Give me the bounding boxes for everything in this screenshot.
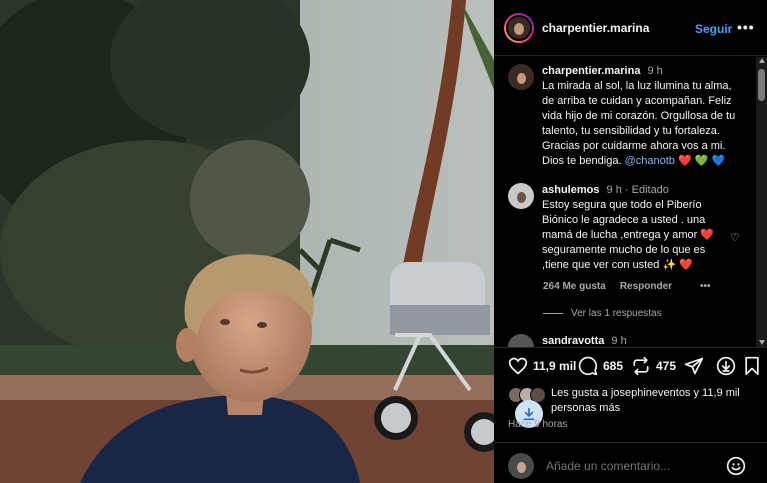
post-photo[interactable] [0, 0, 494, 483]
share-button[interactable] [684, 356, 709, 376]
repost-button[interactable]: 475 [631, 356, 676, 376]
comment-text: Estoy segura que todo el Piberío Biónico… [542, 199, 715, 271]
share-icon [684, 357, 704, 375]
comment: ashulemos 9 h · Editado Estoy segura que… [508, 183, 722, 273]
emoji-icon[interactable] [726, 456, 746, 476]
caption-mention[interactable]: @chanotb [625, 155, 675, 167]
comment-time: 9 h [606, 184, 622, 196]
likes-text[interactable]: Les gusta a josephineventos y 11,9 mil p… [551, 386, 751, 416]
comments-list[interactable]: charpentier.marina 9 h La mirada al sol,… [494, 57, 756, 347]
caption-time: 9 h [647, 65, 663, 77]
comment-username[interactable]: ashulemos [542, 184, 599, 196]
download-button[interactable] [716, 356, 741, 376]
caption: charpentier.marina 9 h La mirada al sol,… [508, 64, 742, 169]
scroll-down-icon[interactable] [759, 340, 765, 345]
divider [494, 442, 767, 443]
view-replies-label: Ver las 1 respuestas [571, 308, 662, 319]
comment-input[interactable] [544, 458, 718, 474]
download-icon [716, 356, 736, 376]
like-button[interactable]: 11,9 mil [508, 356, 576, 376]
comment-actions: 264 Me gusta Responder ••• [543, 281, 711, 292]
save-button[interactable] [743, 356, 766, 376]
comment-avatar[interactable] [508, 334, 534, 347]
comment: sandravotta 9 h [508, 334, 742, 347]
caption-text: La mirada al sol, la luz ilumina tu alma… [542, 80, 736, 167]
follow-button[interactable]: Seguir [695, 22, 732, 36]
caption-emojis: ❤️ 💚 💙 [677, 155, 726, 167]
comment-time: 9 h [611, 335, 627, 347]
comment-icon [578, 356, 598, 376]
post-actions: 11,9 mil 685 475 [494, 352, 767, 380]
more-options-icon[interactable]: ••• [737, 19, 755, 35]
user-avatar[interactable] [508, 453, 534, 479]
view-replies-button[interactable]: Ver las 1 respuestas [543, 308, 662, 319]
scroll-thumb[interactable] [758, 69, 765, 101]
heart-icon [508, 357, 528, 375]
likes-summary: Les gusta a josephineventos y 11,9 mil p… [508, 386, 751, 416]
comment-like-icon[interactable]: ♡ [730, 231, 740, 244]
scroll-up-icon[interactable] [759, 58, 765, 63]
like-count: 11,9 mil [533, 359, 577, 373]
comment-likes[interactable]: 264 Me gusta [543, 281, 606, 292]
post-sidebar: charpentier.marina Seguir ••• charpentie… [494, 0, 767, 483]
post-timestamp[interactable]: Hace 9 horas [508, 419, 567, 430]
divider [494, 347, 767, 348]
bookmark-icon [745, 356, 759, 376]
reply-button[interactable]: Responder [620, 281, 672, 292]
comment-username[interactable]: sandravotta [542, 335, 604, 347]
caption-avatar[interactable] [508, 64, 534, 90]
add-comment-bar [508, 453, 718, 479]
comments-scrollbar[interactable] [756, 57, 767, 347]
comment-edited: · Editado [624, 184, 669, 196]
comment-avatar[interactable] [508, 183, 534, 209]
author-avatar[interactable] [504, 12, 534, 43]
post-header: charpentier.marina Seguir ••• [494, 0, 767, 56]
comment-more-icon[interactable]: ••• [700, 281, 711, 292]
repost-icon [633, 356, 649, 376]
comment-count: 685 [603, 359, 624, 373]
caption-username[interactable]: charpentier.marina [542, 65, 640, 77]
author-username[interactable]: charpentier.marina [542, 21, 649, 35]
repost-count: 475 [656, 359, 677, 373]
comment-button[interactable]: 685 [578, 356, 623, 376]
